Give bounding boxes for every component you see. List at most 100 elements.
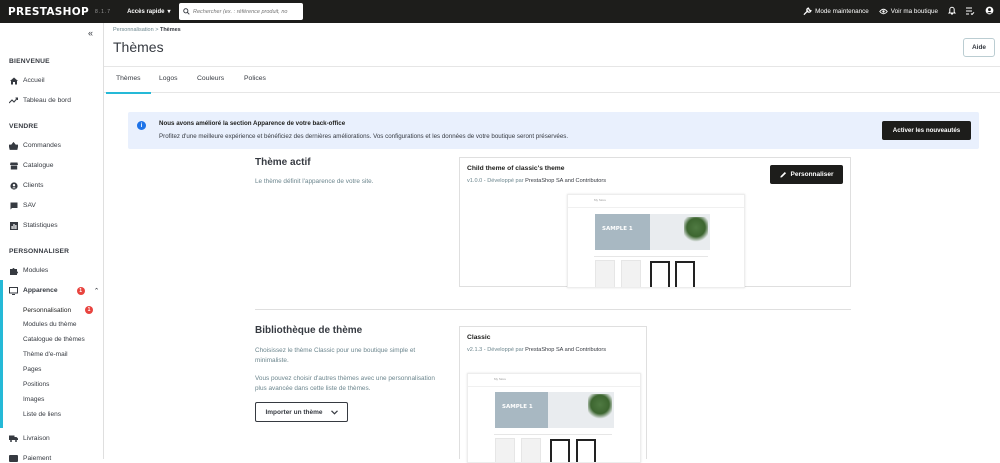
preview-product [550,439,570,462]
truck-icon [9,434,18,443]
tab-logos[interactable]: Logos [159,75,178,82]
activate-features-button[interactable]: Activer les nouveautés [882,121,971,140]
customize-button[interactable]: Personnaliser [770,165,843,184]
sidebar-subitem-catalogue-themes[interactable]: Catalogue de thèmes [23,336,85,343]
user-circle-icon [9,181,18,190]
account-icon[interactable] [985,6,994,17]
eye-icon [878,8,888,15]
puzzle-icon [9,266,18,275]
checklist-icon[interactable] [966,7,975,17]
store-icon [9,161,18,170]
breadcrumb: Personnalisation > Thèmes [113,27,181,33]
wrench-icon [803,7,812,16]
preview-product [595,260,615,287]
sidebar-item-statistiques[interactable]: Statistiques [9,221,101,230]
preview-hero-title: SAMPLE 1 [602,226,633,232]
section-vendre: VENDRE [9,123,39,130]
breadcrumb-parent[interactable]: Personnalisation [113,27,154,33]
preview-product [576,439,596,462]
tab-polices[interactable]: Polices [244,75,266,82]
sidebar-item-commandes[interactable]: Commandes [9,141,101,150]
quick-access-label: Accès rapide [127,8,165,15]
active-theme-card: Child theme of classic's theme v1.0.0 - … [459,157,851,288]
prestashop-logo[interactable]: PRESTASHOP [8,6,89,18]
sidebar-subitem-liste-liens[interactable]: Liste de liens [23,411,61,418]
sidebar-item-label: Catalogue [23,162,54,169]
sidebar-subitem-positions[interactable]: Positions [23,381,49,388]
search-input[interactable] [193,8,301,15]
view-shop-label: Voir ma boutique [890,8,938,15]
active-theme-heading: Thème actif [255,157,311,168]
personnalisation-badge: 1 [85,306,94,314]
apparence-badge: 1 [76,286,85,295]
sidebar-subitem-modules-theme[interactable]: Modules du thème [23,321,76,328]
sidebar-item-catalogue[interactable]: Catalogue [9,161,101,170]
import-theme-button[interactable]: Importer un thème [255,402,348,422]
sidebar: « BIENVENUE Accueil Tableau de bord VEND… [0,23,104,462]
section-bienvenue: BIENVENUE [9,58,50,65]
classic-theme-preview[interactable]: My Store SAMPLE 1 [467,373,641,463]
sidebar-subitem-personnalisation[interactable]: Personnalisation 1 [23,306,94,314]
tab-themes[interactable]: Thèmes [106,75,150,94]
sidebar-subitem-label: Personnalisation [23,306,72,314]
bar-chart-icon [9,221,18,230]
sidebar-item-label: Statistiques [23,222,58,229]
search-box[interactable] [179,3,303,20]
search-icon [183,8,190,15]
quick-access-menu[interactable]: Accès rapide ▾ [127,8,171,16]
top-bar: PRESTASHOP 8.1.7 Accès rapide ▾ Mode mai… [0,0,1000,23]
preview-product [675,261,695,287]
sidebar-item-label: Accueil [23,77,45,84]
alert-text: Profitez d'une meilleure expérience et b… [159,133,569,140]
classic-theme-version: v2.1.3 - Développé par PrestaShop SA and… [467,347,607,353]
preview-product [495,438,515,462]
sidebar-item-clients[interactable]: Clients [9,181,101,190]
sidebar-item-label: Commandes [23,142,61,149]
sidebar-item-modules[interactable]: Modules [9,266,101,275]
preview-header: My Store [568,195,744,208]
sidebar-item-livraison[interactable]: Livraison [9,434,101,443]
basket-icon [9,141,18,150]
view-shop-link[interactable]: Voir ma boutique [878,8,938,15]
sidebar-subitem-images[interactable]: Images [23,396,44,403]
sidebar-item-label: Modules [23,267,49,274]
preview-product [521,438,541,462]
active-theme-name: Child theme of classic's theme [467,165,565,172]
collapse-sidebar-icon[interactable]: « [88,28,93,38]
active-indicator [0,280,3,428]
preview-hero-title: SAMPLE 1 [502,404,533,410]
tab-couleurs[interactable]: Couleurs [197,75,224,82]
maintenance-link[interactable]: Mode maintenance [803,7,869,16]
library-heading: Bibliothèque de thème [255,325,363,336]
sidebar-item-label: Livraison [23,435,50,442]
active-theme-preview[interactable]: My Store SAMPLE 1 [567,194,745,288]
chevron-up-icon: ⌃ [93,287,100,295]
sidebar-item-apparence[interactable]: Apparence 1 ⌃ [9,286,101,295]
library-desc-2: Vous pouvez choisir d'autres thèmes avec… [255,375,435,392]
monitor-icon [9,286,18,295]
info-icon: i [137,121,146,130]
trending-up-icon [9,96,18,105]
pencil-icon [779,171,786,178]
chevron-down-icon [330,409,338,415]
sidebar-item-accueil[interactable]: Accueil [9,76,101,85]
customize-label: Personnaliser [790,171,834,178]
preview-product [621,260,641,287]
preview-plant [588,394,612,424]
sidebar-item-sav[interactable]: SAV [9,201,101,210]
bell-icon[interactable] [947,6,957,17]
version-label: 8.1.7 [94,8,112,15]
sidebar-item-dashboard[interactable]: Tableau de bord [9,96,101,105]
section-personnaliser: PERSONNALISER [9,248,70,255]
maintenance-label: Mode maintenance [815,8,869,15]
sidebar-subitem-theme-email[interactable]: Thème d'e-mail [23,351,68,358]
library-desc-1: Choisissez le thème Classic pour une bou… [255,347,416,364]
section-divider [255,309,851,310]
help-button[interactable]: Aide [963,38,995,57]
caret-down-icon: ▾ [167,9,171,15]
sidebar-subitem-pages[interactable]: Pages [23,366,41,373]
chat-icon [9,201,18,210]
classic-theme-name: Classic [467,334,491,341]
breadcrumb-current: Thèmes [159,27,181,33]
sidebar-item-label: Tableau de bord [23,97,71,104]
